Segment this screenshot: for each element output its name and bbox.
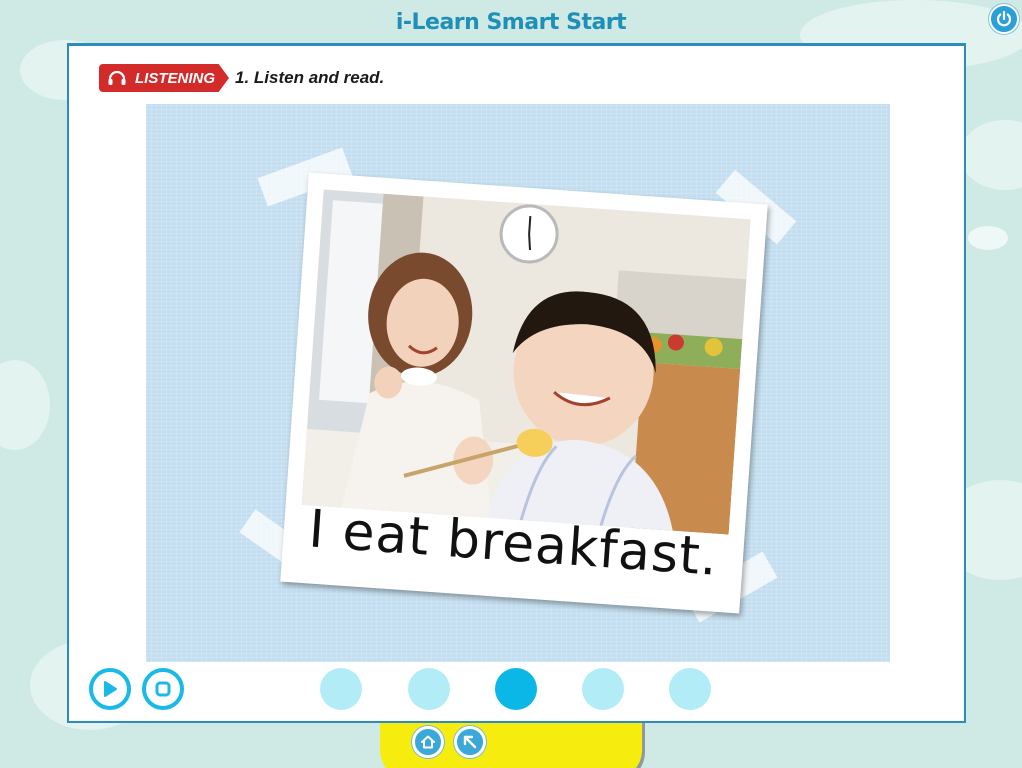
power-icon xyxy=(996,10,1012,27)
back-button[interactable] xyxy=(454,726,486,758)
listening-badge: LISTENING xyxy=(99,64,230,92)
lesson-panel: LISTENING 1. Listen and read. I eat brea… xyxy=(67,43,966,723)
page-dot-2[interactable] xyxy=(408,668,450,710)
home-icon xyxy=(421,735,435,749)
background-cloud xyxy=(968,226,1008,250)
app-title: i-Learn Smart Start xyxy=(395,10,627,35)
back-arrow-icon xyxy=(463,735,477,749)
background-cloud xyxy=(0,360,50,450)
page-dot-3[interactable] xyxy=(495,668,537,710)
play-icon xyxy=(104,681,117,697)
play-button[interactable] xyxy=(89,668,131,710)
power-button[interactable] xyxy=(989,4,1019,34)
lesson-scene: I eat breakfast. xyxy=(146,104,890,662)
lesson-header: LISTENING 1. Listen and read. xyxy=(99,64,384,92)
page-dot-5[interactable] xyxy=(669,668,711,710)
home-button[interactable] xyxy=(412,726,444,758)
background-cloud xyxy=(960,120,1022,190)
breakfast-photo xyxy=(301,189,751,535)
section-label: LISTENING xyxy=(135,69,216,87)
photo-card: I eat breakfast. xyxy=(280,172,768,614)
instruction-text: 1. Listen and read. xyxy=(235,68,385,87)
page-dot-4[interactable] xyxy=(582,668,624,710)
page-dot-1[interactable] xyxy=(320,668,362,710)
stop-icon xyxy=(155,681,171,697)
headphones-icon xyxy=(108,70,126,85)
stop-button[interactable] xyxy=(142,668,184,710)
